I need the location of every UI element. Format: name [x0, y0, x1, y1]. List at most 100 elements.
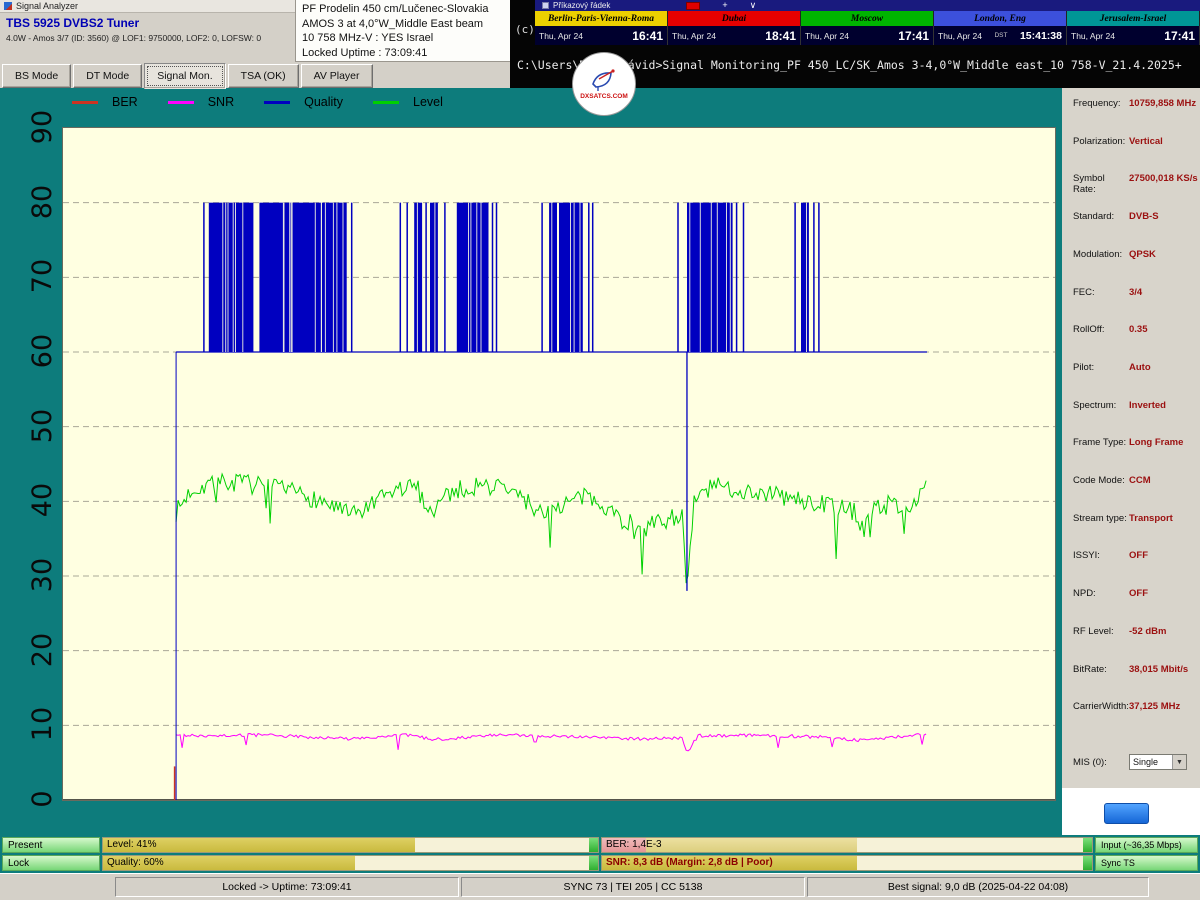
chart-canvas — [63, 128, 1055, 800]
y-axis-tick-label: 20 — [22, 626, 62, 674]
param-label: Polarization: — [1073, 136, 1129, 147]
param-label: Frame Type: — [1073, 437, 1129, 448]
clock-date: Thu, Apr 24 — [1071, 31, 1115, 41]
clock-city-header: London, Eng — [934, 11, 1067, 26]
signal-analyzer-app: Signal Analyzer TBS 5925 DVBS2 Tuner 4.0… — [0, 0, 1200, 900]
clock-date: Thu, Apr 24 — [672, 31, 716, 41]
chevron-down-icon[interactable]: ▼ — [1172, 755, 1186, 769]
snr-bar-text: SNR: 8,3 dB (Margin: 2,8 dB | Poor) — [606, 857, 773, 868]
sync-ts-indicator: Sync TS — [1095, 855, 1198, 871]
param-value: Inverted — [1129, 400, 1166, 411]
param-row: Frame Type:Long Frame — [1073, 437, 1199, 448]
quality-bar-green-tip — [589, 856, 598, 870]
app-icon — [4, 2, 12, 10]
y-axis-tick-label: 40 — [22, 476, 62, 524]
mis-select[interactable]: Single ▼ — [1129, 754, 1187, 770]
clock-date: Thu, Apr 24 — [539, 31, 583, 41]
param-row: RF Level:-52 dBm — [1073, 626, 1199, 637]
param-value: 38,015 Mbit/s — [1129, 664, 1188, 675]
clock-date: Thu, Apr 24 — [805, 31, 849, 41]
quality-bar: Quality: 60% — [102, 855, 599, 871]
param-value: 27500,018 KS/s — [1129, 173, 1198, 184]
level-bar-text: Level: 41% — [107, 839, 156, 850]
snr-bar-green-tip — [1083, 856, 1092, 870]
tab-tsa[interactable]: TSA (OK) — [228, 64, 299, 88]
sidebar-bottom-panel — [1062, 788, 1200, 835]
param-label: Frequency: — [1073, 98, 1129, 109]
tab-bs-mode[interactable]: BS Mode — [2, 64, 71, 88]
y-axis-tick-label: 50 — [22, 402, 62, 450]
param-label: Symbol Rate: — [1073, 173, 1129, 195]
frequency-info-line: 10 758 MHz-V : YES Israel — [302, 31, 510, 46]
param-label: Modulation: — [1073, 249, 1129, 260]
param-value: Auto — [1129, 362, 1151, 373]
best-signal-panel: Best signal: 9,0 dB (2025-04-22 04:08) — [807, 877, 1149, 897]
param-value: OFF — [1129, 588, 1148, 599]
clock-city-header: Jerusalem-Israel — [1067, 11, 1200, 26]
y-axis-tick-label: 90 — [22, 103, 62, 151]
satellite-dish-icon — [589, 68, 619, 92]
clock-titlebar[interactable]: Příkazový řádek + ∨ — [535, 0, 1200, 11]
logo-text: DXSATCS.COM — [580, 93, 628, 100]
tab-av-player[interactable]: AV Player — [301, 64, 373, 88]
param-row: BitRate:38,015 Mbit/s — [1073, 664, 1199, 675]
clock-dst-flag: DST — [994, 32, 1007, 39]
param-row: FEC:3/4 — [1073, 287, 1199, 298]
legend-label-quality: Quality — [304, 95, 343, 109]
mis-row: MIS (0): Single ▼ — [1073, 754, 1199, 770]
ber-line-swatch — [72, 101, 98, 104]
titlebar-chevron-button[interactable]: ∨ — [750, 1, 757, 10]
param-value: 0.35 — [1129, 324, 1148, 335]
snr-bar: SNR: 8,3 dB (Margin: 2,8 dB | Poor) — [601, 855, 1093, 871]
param-label: NPD: — [1073, 588, 1129, 599]
world-clock-window: Příkazový řádek + ∨ Berlin-Paris-Vienna-… — [535, 0, 1200, 45]
param-value: -52 dBm — [1129, 626, 1166, 637]
lock-indicator: Lock — [2, 855, 100, 871]
clock-time-row: Thu, Apr 24 17:41 — [801, 26, 934, 45]
param-row: Polarization:Vertical — [1073, 136, 1199, 147]
mis-selected-value: Single — [1133, 757, 1158, 767]
clock-time-row: Thu, Apr 24DST15:41:38 — [934, 26, 1067, 45]
titlebar-red-button[interactable] — [686, 2, 700, 10]
console-icon — [542, 2, 549, 9]
clock-time: 17:41 — [898, 29, 929, 43]
sync-status-panel: SYNC 73 | TEI 205 | CC 5138 — [461, 877, 805, 897]
dxsatcs-logo: DXSATCS.COM — [572, 52, 636, 116]
snr-line-swatch — [168, 101, 194, 104]
tab-signal-mon[interactable]: Signal Mon. — [144, 63, 225, 89]
sidebar-action-button[interactable] — [1104, 803, 1149, 824]
param-row: Stream type:Transport — [1073, 513, 1199, 524]
param-label: Pilot: — [1073, 362, 1129, 373]
titlebar-plus-button[interactable]: + — [722, 1, 727, 10]
clock-column: DubaiThu, Apr 2418:41 — [668, 11, 801, 45]
param-row: Spectrum:Inverted — [1073, 400, 1199, 411]
transponder-params-sidebar: Frequency:10759,858 MHz Polarization:Vert… — [1062, 88, 1200, 835]
y-axis-tick-label: 80 — [22, 178, 62, 226]
param-label: CarrierWidth: — [1073, 701, 1129, 712]
param-label: Code Mode: — [1073, 475, 1129, 486]
ber-bar-green-tip — [1083, 838, 1092, 852]
app-titlebar[interactable]: Signal Analyzer — [0, 0, 295, 13]
param-row: Symbol Rate:27500,018 KS/s — [1073, 173, 1199, 195]
clock-city-header: Moscow — [801, 11, 934, 26]
param-row: NPD:OFF — [1073, 588, 1199, 599]
quality-line-swatch — [264, 101, 290, 104]
status-bar: Locked -> Uptime: 73:09:41 SYNC 73 | TEI… — [0, 873, 1200, 900]
y-axis-tick-label: 30 — [22, 551, 62, 599]
clock-time: 18:41 — [765, 29, 796, 43]
y-axis-tick-label: 60 — [22, 327, 62, 375]
param-row: Frequency:10759,858 MHz — [1073, 98, 1199, 109]
legend-item-ber: BER — [72, 95, 138, 109]
legend-item-snr: SNR — [168, 95, 234, 109]
input-indicator: Input (~36,35 Mbps) — [1095, 837, 1198, 853]
param-label: RollOff: — [1073, 324, 1129, 335]
tab-dt-mode[interactable]: DT Mode — [73, 64, 142, 88]
param-value: 37,125 MHz — [1129, 701, 1180, 712]
level-bar: Level: 41% — [102, 837, 599, 853]
param-value: Long Frame — [1129, 437, 1183, 448]
dish-info-panel: PF Prodelin 450 cm/Lučenec-Slovakia AMOS… — [295, 0, 510, 62]
mode-tabs: BS Mode DT Mode Signal Mon. TSA (OK) AV … — [2, 64, 373, 89]
param-value: OFF — [1129, 550, 1148, 561]
clock-time-row: Thu, Apr 2417:41 — [1067, 26, 1200, 45]
uptime-info-line: Locked Uptime : 73:09:41 — [302, 46, 510, 61]
